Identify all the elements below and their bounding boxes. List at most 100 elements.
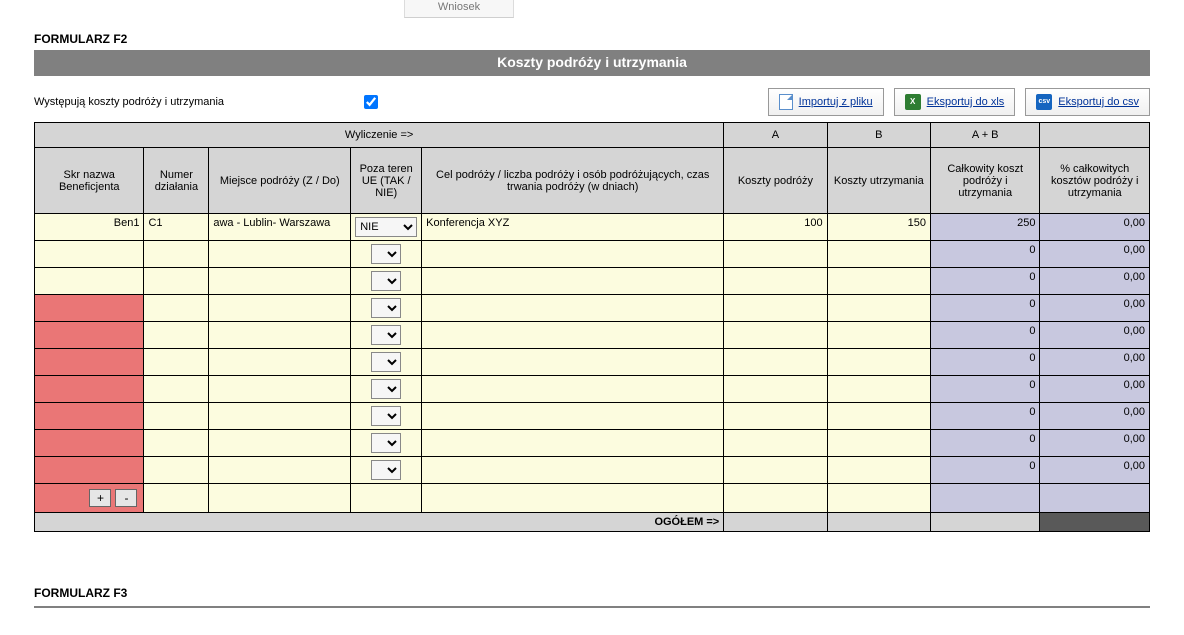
add-row-button[interactable]: +: [89, 489, 111, 507]
cell-empty[interactable]: [422, 484, 724, 513]
table-cell-skr[interactable]: [35, 457, 144, 484]
poza-select[interactable]: [371, 379, 401, 399]
import-file-button[interactable]: Importuj z pliku: [768, 88, 884, 116]
poza-select[interactable]: [371, 433, 401, 453]
table-cell-b[interactable]: [827, 268, 930, 295]
poza-select[interactable]: [371, 352, 401, 372]
table-cell-b[interactable]: [827, 241, 930, 268]
table-cell-a[interactable]: [724, 376, 827, 403]
table-cell-poza[interactable]: [351, 430, 422, 457]
col-numer: Numer działania: [144, 148, 209, 214]
table-cell-numer[interactable]: [144, 430, 209, 457]
remove-row-button[interactable]: -: [115, 489, 137, 507]
poza-select[interactable]: NIE: [355, 217, 417, 237]
table-cell-pct: 0,00: [1040, 268, 1150, 295]
table-cell-poza[interactable]: [351, 322, 422, 349]
table-cell-numer[interactable]: [144, 295, 209, 322]
table-cell-miejsce[interactable]: [209, 349, 351, 376]
table-cell-b[interactable]: [827, 349, 930, 376]
table-cell-numer[interactable]: [144, 322, 209, 349]
cell-empty[interactable]: [209, 484, 351, 513]
table-cell-a[interactable]: [724, 295, 827, 322]
export-xls-button[interactable]: X Eksportuj do xls: [894, 88, 1016, 116]
table-cell-a[interactable]: 100: [724, 214, 827, 241]
table-cell-b[interactable]: [827, 376, 930, 403]
cell-empty[interactable]: [724, 484, 827, 513]
table-cell-b[interactable]: [827, 295, 930, 322]
cell-empty[interactable]: [827, 484, 930, 513]
table-cell-skr[interactable]: Ben1: [35, 214, 144, 241]
table-cell-poza[interactable]: NIE: [351, 214, 422, 241]
xls-icon: X: [905, 94, 921, 110]
table-cell-miejsce[interactable]: [209, 295, 351, 322]
table-cell-a[interactable]: [724, 241, 827, 268]
table-cell-miejsce[interactable]: [209, 430, 351, 457]
poza-select[interactable]: [371, 406, 401, 426]
present-costs-checkbox[interactable]: [364, 95, 378, 109]
tab-wniosek[interactable]: Wniosek: [404, 0, 514, 18]
table-cell-skr[interactable]: [35, 376, 144, 403]
table-cell-a[interactable]: [724, 430, 827, 457]
table-cell-b[interactable]: [827, 430, 930, 457]
table-cell-poza[interactable]: [351, 376, 422, 403]
cell-empty[interactable]: [144, 484, 209, 513]
table-cell-b[interactable]: [827, 322, 930, 349]
table-cell-miejsce[interactable]: [209, 322, 351, 349]
table-cell-cel[interactable]: [422, 241, 724, 268]
table-cell-miejsce[interactable]: awa - Lublin- Warszawa: [209, 214, 351, 241]
table-cell-cel[interactable]: Konferencja XYZ: [422, 214, 724, 241]
table-cell-a[interactable]: [724, 403, 827, 430]
table-cell-cel[interactable]: [422, 322, 724, 349]
table-cell-poza[interactable]: [351, 295, 422, 322]
table-cell-skr[interactable]: [35, 268, 144, 295]
table-cell-skr[interactable]: [35, 322, 144, 349]
table-cell-b[interactable]: [827, 403, 930, 430]
table-cell-poza[interactable]: [351, 349, 422, 376]
table-cell-cel[interactable]: [422, 430, 724, 457]
table-cell-cel[interactable]: [422, 457, 724, 484]
table-cell-poza[interactable]: [351, 457, 422, 484]
table-cell-poza[interactable]: [351, 268, 422, 295]
col-cel: Cel podróży / liczba podróży i osób podr…: [422, 148, 724, 214]
table-cell-cel[interactable]: [422, 349, 724, 376]
table-cell-skr[interactable]: [35, 241, 144, 268]
table-cell-cel[interactable]: [422, 268, 724, 295]
poza-select[interactable]: [371, 460, 401, 480]
export-csv-button[interactable]: csv Eksportuj do csv: [1025, 88, 1150, 116]
table-cell-pct: 0,00: [1040, 376, 1150, 403]
table-cell-numer[interactable]: [144, 376, 209, 403]
table-cell-cel[interactable]: [422, 295, 724, 322]
table-cell-a[interactable]: [724, 268, 827, 295]
table-cell-a[interactable]: [724, 457, 827, 484]
table-cell-miejsce[interactable]: [209, 268, 351, 295]
table-cell-b[interactable]: [827, 457, 930, 484]
table-cell-skr[interactable]: [35, 349, 144, 376]
table-cell-miejsce[interactable]: [209, 376, 351, 403]
table-cell-cel[interactable]: [422, 376, 724, 403]
table-cell-numer[interactable]: [144, 349, 209, 376]
table-cell-a[interactable]: [724, 322, 827, 349]
poza-select[interactable]: [371, 244, 401, 264]
table-cell-numer[interactable]: [144, 268, 209, 295]
table-cell-numer[interactable]: [144, 457, 209, 484]
table-cell-b[interactable]: 150: [827, 214, 930, 241]
table-cell-cel[interactable]: [422, 403, 724, 430]
table-cell-miejsce[interactable]: [209, 403, 351, 430]
table-cell-skr[interactable]: [35, 430, 144, 457]
table-cell-skr[interactable]: [35, 403, 144, 430]
table-cell-numer[interactable]: [144, 241, 209, 268]
cell-empty[interactable]: [351, 484, 422, 513]
table-cell-numer[interactable]: [144, 403, 209, 430]
table-cell-miejsce[interactable]: [209, 457, 351, 484]
table-cell-poza[interactable]: [351, 403, 422, 430]
table-cell-miejsce[interactable]: [209, 241, 351, 268]
table-cell-a[interactable]: [724, 349, 827, 376]
poza-select[interactable]: [371, 298, 401, 318]
poza-select[interactable]: [371, 325, 401, 345]
table-cell-numer[interactable]: C1: [144, 214, 209, 241]
import-file-label: Importuj z pliku: [799, 96, 873, 108]
export-xls-label: Eksportuj do xls: [927, 96, 1005, 108]
poza-select[interactable]: [371, 271, 401, 291]
table-cell-skr[interactable]: [35, 295, 144, 322]
table-cell-poza[interactable]: [351, 241, 422, 268]
